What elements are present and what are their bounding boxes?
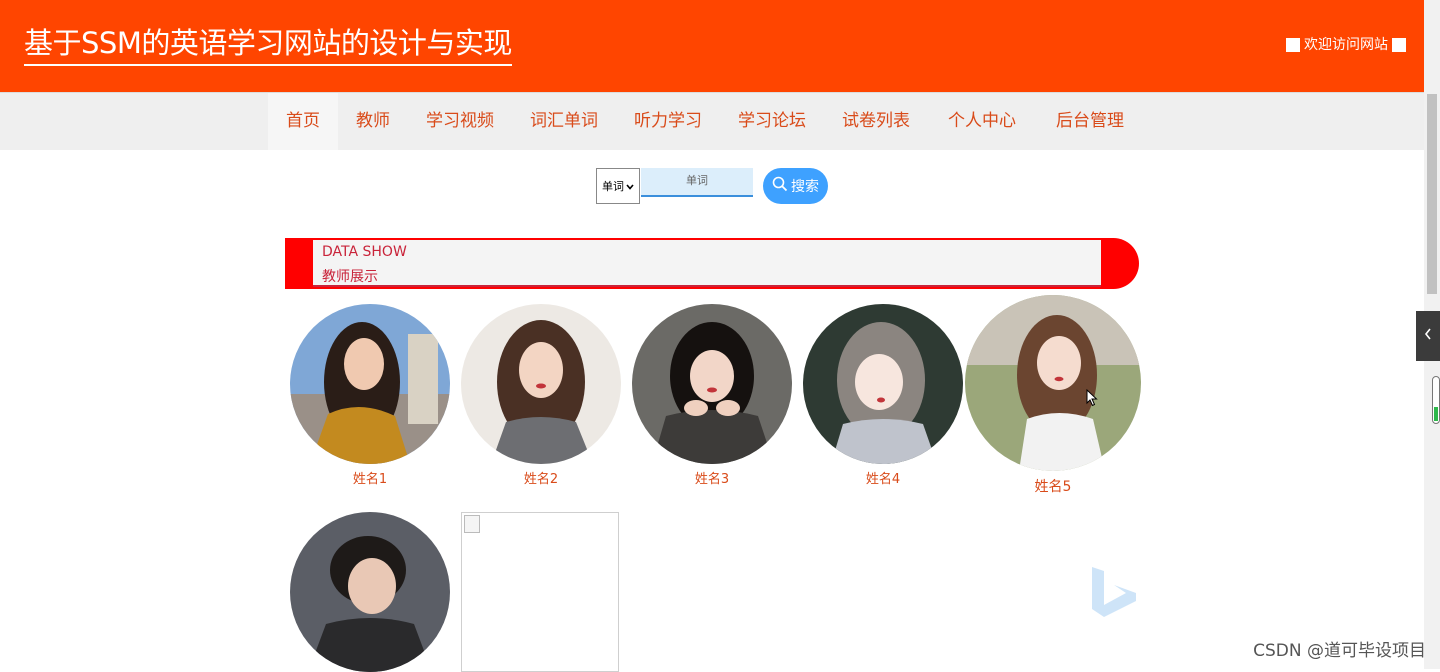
teacher-card[interactable] <box>290 512 450 672</box>
side-panel-toggle[interactable] <box>1416 311 1440 361</box>
main-nav: 首页 教师 学习视频 词汇单词 听力学习 学习论坛 试卷列表 个人中心 后台管理 <box>0 92 1424 150</box>
site-title[interactable]: 基于SSM的英语学习网站的设计与实现 <box>24 24 512 66</box>
search-input[interactable]: 单词 <box>641 168 753 197</box>
avatar[interactable] <box>290 304 450 464</box>
teacher-card[interactable]: 姓名3 <box>632 304 792 489</box>
broken-image-icon <box>464 515 480 533</box>
search-type-select[interactable]: 单词 <box>596 168 640 204</box>
csdn-watermark: CSDN @道可毕设项目 <box>1253 641 1426 661</box>
avatar[interactable] <box>290 512 450 672</box>
nav-item-listening[interactable]: 听力学习 <box>616 93 720 150</box>
welcome-text: 欢迎访问网站 <box>1304 37 1388 53</box>
section-title-cn: 教师展示 <box>322 269 378 285</box>
nav-item-exam-list[interactable]: 试卷列表 <box>824 93 928 150</box>
nav-item-personal-center[interactable]: 个人中心 <box>928 93 1036 150</box>
search-button-label: 搜索 <box>791 179 819 195</box>
teacher-name[interactable]: 姓名3 <box>632 468 792 487</box>
chevron-left-icon <box>1424 328 1432 344</box>
scrollbar-thumb[interactable] <box>1427 94 1437 294</box>
search-type-value: 单词 <box>602 180 624 193</box>
teacher-name[interactable]: 姓名4 <box>803 468 963 487</box>
teacher-name[interactable]: 姓名2 <box>461 468 621 487</box>
nav-item-forum[interactable]: 学习论坛 <box>720 93 824 150</box>
mouse-cursor-icon <box>1086 388 1098 411</box>
bing-logo-icon <box>1090 565 1144 623</box>
nav-item-home[interactable]: 首页 <box>268 93 338 150</box>
avatar[interactable] <box>803 304 963 464</box>
teacher-card[interactable]: 姓名2 <box>461 304 621 489</box>
section-title-en: DATA SHOW <box>322 244 407 260</box>
search-icon <box>772 176 788 196</box>
nav-item-admin[interactable]: 后台管理 <box>1036 93 1144 150</box>
teacher-name[interactable]: 姓名5 <box>965 476 1141 496</box>
avatar[interactable] <box>632 304 792 464</box>
teacher-card[interactable]: 姓名5 <box>965 295 1141 495</box>
site-header: 基于SSM的英语学习网站的设计与实现 欢迎访问网站 <box>0 0 1424 92</box>
side-slider[interactable] <box>1432 376 1440 424</box>
nav-item-study-videos[interactable]: 学习视频 <box>408 93 512 150</box>
teacher-card[interactable]: 姓名1 <box>290 304 450 489</box>
nav-item-vocabulary[interactable]: 词汇单词 <box>512 93 616 150</box>
welcome-bar: 欢迎访问网站 <box>1286 36 1406 54</box>
teacher-name[interactable]: 姓名1 <box>290 468 450 487</box>
broken-image[interactable] <box>461 512 619 672</box>
avatar[interactable] <box>461 304 621 464</box>
nav-item-teachers[interactable]: 教师 <box>338 93 408 150</box>
search-button[interactable]: 搜索 <box>763 168 828 204</box>
square-icon <box>1392 38 1406 52</box>
square-icon <box>1286 38 1300 52</box>
chevron-down-icon <box>626 180 634 193</box>
section-header: DATA SHOW 教师展示 <box>285 238 1139 289</box>
avatar[interactable] <box>965 295 1141 471</box>
teacher-card[interactable]: 姓名4 <box>803 304 963 489</box>
